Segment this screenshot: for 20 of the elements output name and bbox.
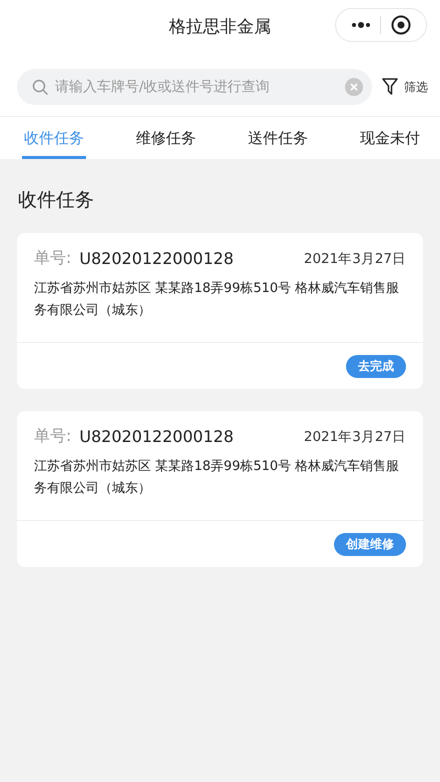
tab[interactable]: 现金未付: [358, 117, 422, 159]
order-label: 单号:: [34, 426, 72, 447]
address-text: 江苏省苏州市姑苏区 某某路18弄99栋510号 格林威汽车销售服务有限公司（城东）: [34, 280, 400, 320]
search-input[interactable]: 请输入车牌号/收或送件号进行查询: [55, 79, 339, 95]
search-icon: [32, 78, 49, 96]
tab[interactable]: 送件任务: [246, 117, 310, 159]
page-title: 格拉思非金属: [169, 16, 271, 38]
address-text: 江苏省苏州市姑苏区 某某路18弄99栋510号 格林威汽车销售服务有限公司（城东）: [34, 458, 400, 498]
capsule-menu[interactable]: [335, 8, 427, 42]
order-number: U82020122000128: [79, 427, 234, 446]
filter-icon: [382, 78, 398, 96]
order-date: 2021年3月27日: [304, 250, 406, 268]
order-label: 单号:: [34, 248, 72, 269]
tab[interactable]: 维修任务: [134, 117, 198, 159]
order-number: U82020122000128: [79, 249, 234, 268]
filter-button[interactable]: 筛选: [382, 78, 428, 96]
more-icon[interactable]: [350, 22, 371, 28]
order-date: 2021年3月27日: [304, 428, 406, 446]
search-field[interactable]: 请输入车牌号/收或送件号进行查询: [17, 69, 372, 105]
section-title: 收件任务: [17, 188, 95, 213]
